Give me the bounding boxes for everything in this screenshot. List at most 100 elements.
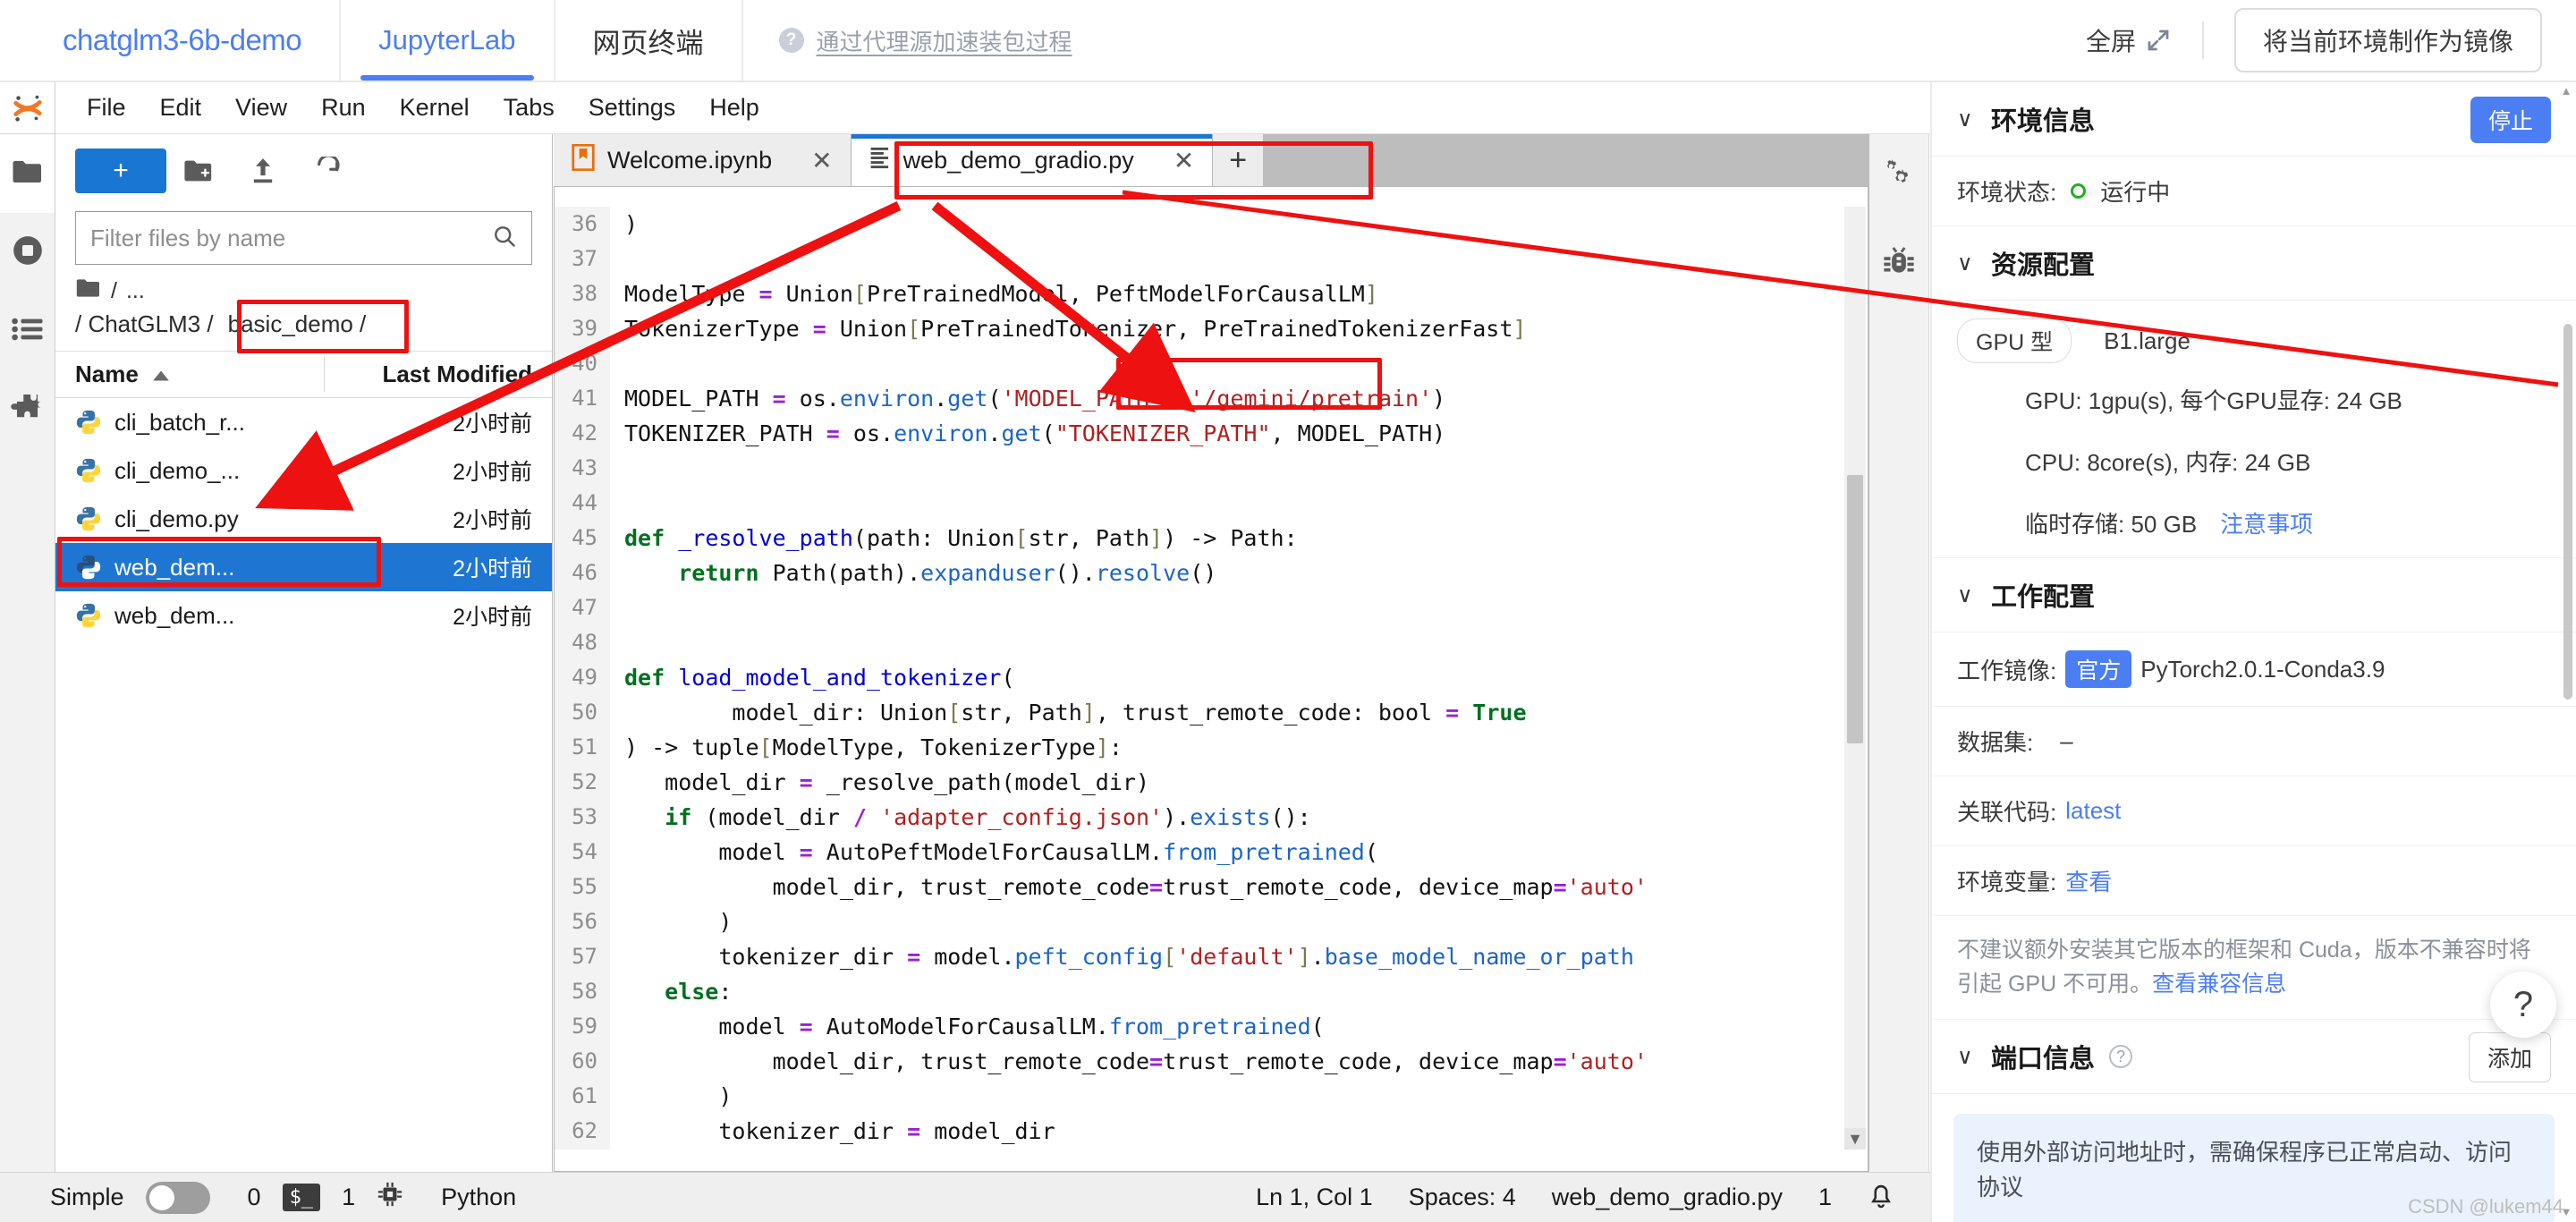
related-code-link[interactable]: latest	[2065, 797, 2121, 825]
code-text[interactable]: return Path(path).expanduser().resolve()	[610, 560, 1216, 586]
notification-count[interactable]: 1	[1818, 1184, 1832, 1211]
upload-icon[interactable]	[231, 149, 295, 193]
new-launcher-button[interactable]: +	[75, 149, 166, 193]
question-circle-icon[interactable]: ?	[2109, 1045, 2133, 1068]
menu-settings[interactable]: Settings	[572, 94, 693, 122]
code-text[interactable]: if (model_dir / 'adapter_config.json').e…	[610, 804, 1311, 830]
close-icon[interactable]: ✕	[1147, 146, 1194, 175]
code-text[interactable]	[610, 455, 638, 481]
sidebar-item-toc[interactable]	[0, 292, 55, 370]
indent-spaces[interactable]: Spaces: 4	[1409, 1184, 1516, 1211]
stop-button[interactable]: 停止	[2470, 97, 2551, 143]
menu-kernel[interactable]: Kernel	[383, 94, 487, 122]
simple-mode-toggle[interactable]	[145, 1181, 210, 1214]
tab-jupyterlab[interactable]: JupyterLab	[341, 0, 555, 81]
breadcrumb-parent-path[interactable]: / ChatGLM3 /	[75, 310, 214, 338]
code-text[interactable]	[610, 351, 638, 377]
breadcrumb-ellipsis[interactable]: ...	[126, 278, 145, 304]
section-env-info[interactable]: ∨ 环境信息 停止	[1932, 82, 2576, 157]
menu-run[interactable]: Run	[304, 94, 383, 122]
file-row-web-demo-2[interactable]: web_dem... 2小时前	[55, 591, 552, 640]
help-floating-button[interactable]: ?	[2490, 972, 2556, 1038]
chevron-down-icon[interactable]: ∨	[1957, 582, 1977, 608]
info-panel-scroll-thumb[interactable]	[2563, 324, 2572, 700]
code-text[interactable]	[610, 490, 638, 516]
storage-notice-link[interactable]: 注意事项	[2206, 506, 2313, 539]
code-editor[interactable]: 36) 37 38 ModelType = Union[PreTrainedMode…	[554, 186, 1868, 1172]
code-text[interactable]: def load_model_and_tokenizer(	[610, 665, 1015, 691]
kernel-language[interactable]: Python	[425, 1184, 516, 1211]
property-inspector-button[interactable]	[1869, 134, 1928, 220]
code-text[interactable]: ) -> tuple[ModelType, TokenizerType]:	[610, 734, 1123, 760]
code-text[interactable]: model = AutoPeftModelForCausalLM.from_pr…	[610, 839, 1378, 865]
kernel-count[interactable]: 0	[232, 1184, 261, 1211]
code-text[interactable]: TokenizerType = Union[PreTrainedTokenize…	[610, 316, 1526, 342]
code-text[interactable]	[610, 595, 638, 621]
chevron-down-icon[interactable]: ∨	[1957, 1044, 1977, 1070]
section-port-info[interactable]: ∨ 端口信息 ? 添加	[1932, 1020, 2576, 1094]
env-var-link[interactable]: 查看	[2065, 864, 2112, 897]
editor-tab-welcome[interactable]: Welcome.ipynb ✕	[554, 134, 852, 186]
code-text[interactable]: else:	[610, 979, 732, 1005]
code-text[interactable]: tokenizer_dir = model_dir	[610, 1118, 1055, 1144]
sidebar-item-extensions[interactable]	[0, 370, 55, 449]
code-text[interactable]: model_dir: Union[str, Path], trust_remot…	[610, 700, 1526, 726]
terminal-count[interactable]: 1	[342, 1184, 355, 1211]
bell-icon[interactable]	[1868, 1180, 1894, 1215]
editor-tab-web-demo-gradio[interactable]: web_demo_gradio.py ✕	[851, 134, 1214, 186]
menu-view[interactable]: View	[218, 94, 304, 122]
debugger-button[interactable]	[1869, 220, 1928, 306]
new-tab-button[interactable]: +	[1213, 134, 1264, 186]
code-text[interactable]: MODEL_PATH = os.environ.get('MODEL_PATH'…	[610, 386, 1445, 412]
code-text[interactable]: tokenizer_dir = model.peft_config['defau…	[610, 944, 1634, 970]
code-text[interactable]: model_dir = _resolve_path(model_dir)	[610, 769, 1149, 795]
sidebar-item-file-browser[interactable]	[0, 134, 55, 213]
column-header-name[interactable]: Name	[75, 361, 382, 388]
breadcrumb-root-slash[interactable]: /	[111, 278, 117, 304]
file-row-cli-demo[interactable]: cli_demo.py 2小时前	[55, 495, 552, 543]
code-text[interactable]: ModelType = Union[PreTrainedModel, PeftM…	[610, 281, 1378, 307]
code-scroll-region[interactable]: 36) 37 38 ModelType = Union[PreTrainedMode…	[555, 207, 1844, 1150]
cursor-position[interactable]: Ln 1, Col 1	[1256, 1184, 1373, 1211]
code-text[interactable]: TOKENIZER_PATH = os.environ.get("TOKENIZ…	[610, 420, 1445, 446]
menu-file[interactable]: File	[70, 94, 143, 122]
code-text[interactable]: model_dir, trust_remote_code=trust_remot…	[610, 874, 1648, 900]
add-port-button[interactable]: 添加	[2468, 1032, 2551, 1082]
tab-web-terminal[interactable]: 网页终端	[555, 0, 743, 81]
code-text[interactable]: )	[610, 1083, 732, 1109]
breadcrumb-current-dir[interactable]: basic_demo /	[217, 310, 367, 338]
make-image-button[interactable]: 将当前环境制作为镜像	[2233, 8, 2542, 72]
menu-tabs[interactable]: Tabs	[487, 94, 572, 122]
close-icon[interactable]: ✕	[784, 146, 832, 175]
code-text[interactable]	[610, 246, 638, 272]
file-row-web-demo-selected[interactable]: web_dem... 2小时前	[55, 543, 552, 591]
file-row-cli-batch[interactable]: cli_batch_r... 2小时前	[55, 398, 552, 446]
code-text[interactable]: )	[610, 909, 732, 935]
code-text[interactable]	[610, 630, 638, 656]
terminal-icon[interactable]: $_	[282, 1184, 321, 1211]
sidebar-item-running[interactable]	[0, 213, 55, 292]
section-work-config[interactable]: ∨ 工作配置	[1932, 558, 2576, 632]
compat-info-link[interactable]: 查看兼容信息	[2152, 972, 2286, 997]
new-folder-icon[interactable]	[166, 149, 231, 193]
editor-scrollbar-thumb[interactable]	[1847, 475, 1863, 743]
scroll-up-arrow[interactable]: ▲	[2560, 84, 2572, 98]
column-header-last-modified[interactable]: Last Modified	[382, 361, 532, 388]
breadcrumb-top[interactable]: / ...	[55, 265, 552, 310]
chevron-down-icon[interactable]: ∨	[1957, 106, 1977, 132]
menu-help[interactable]: Help	[692, 94, 776, 122]
code-text[interactable]: def _resolve_path(path: Union[str, Path]…	[610, 525, 1298, 551]
chip-icon[interactable]	[377, 1181, 403, 1214]
editor-scrollbar[interactable]	[1844, 207, 1866, 1150]
fullscreen-button[interactable]: 全屏	[2055, 22, 2202, 58]
scroll-down-arrow[interactable]: ▼	[1844, 1128, 1866, 1150]
proxy-help-link[interactable]: ? 通过代理源加速装包过程	[743, 0, 1108, 81]
info-panel-scrollbar[interactable]: ▲ ▼	[2560, 82, 2574, 1222]
code-text[interactable]: model_dir, trust_remote_code=trust_remot…	[610, 1048, 1648, 1074]
file-filter-box[interactable]	[75, 211, 532, 265]
breadcrumb-root-folder-icon[interactable]	[75, 277, 102, 305]
menu-edit[interactable]: Edit	[143, 94, 219, 122]
chevron-down-icon[interactable]: ∨	[1957, 250, 1977, 276]
filter-input[interactable]	[90, 224, 492, 252]
refresh-icon[interactable]	[295, 149, 360, 193]
